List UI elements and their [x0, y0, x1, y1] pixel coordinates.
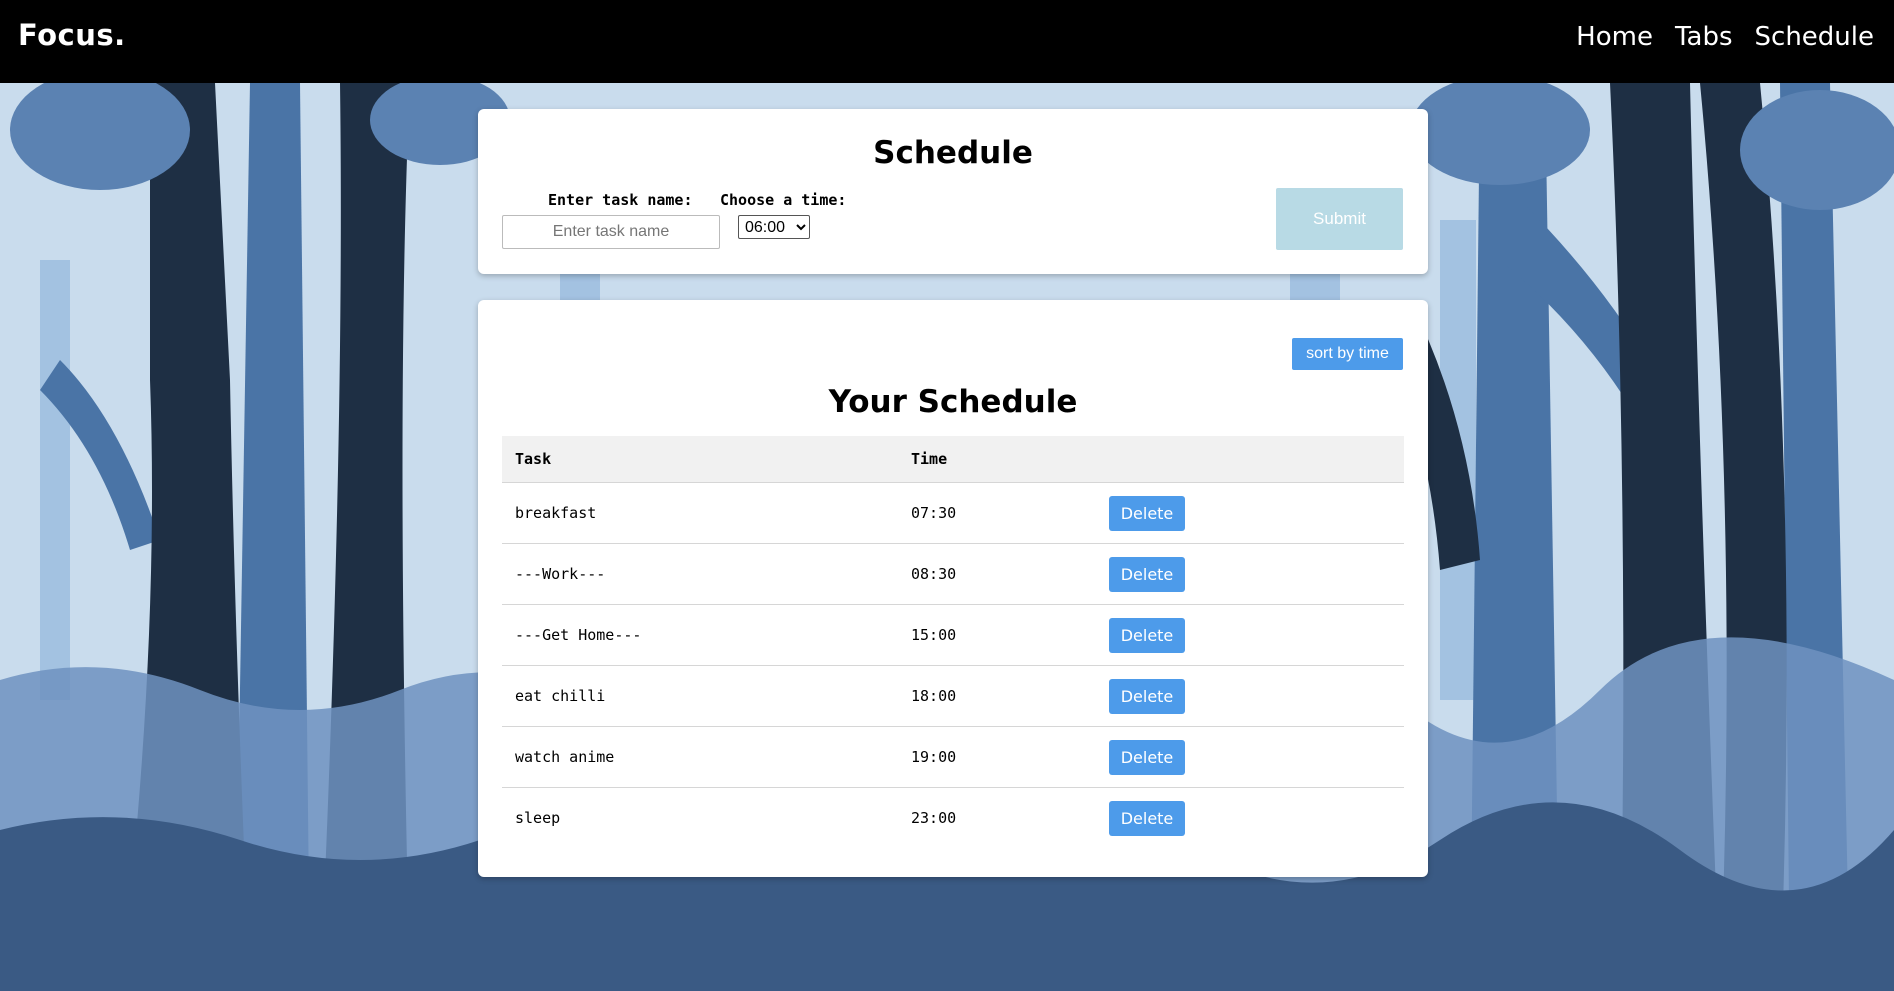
- time-cell: 18:00: [898, 665, 1096, 727]
- time-cell: 08:30: [898, 543, 1096, 605]
- add-task-card: Schedule Enter task name: Choose a time:…: [478, 109, 1428, 274]
- table-row: ---Get Home--- 15:00 Delete: [502, 604, 1404, 666]
- time-select[interactable]: 06:00: [738, 215, 810, 239]
- schedule-table: Task Time breakfast 07:30 Delete ---Work…: [502, 436, 1404, 848]
- task-name-label: Enter task name:: [548, 191, 693, 209]
- time-cell: 23:00: [911, 809, 957, 827]
- nav-link-schedule[interactable]: Schedule: [1755, 22, 1874, 52]
- task-cell: eat chilli: [502, 665, 898, 727]
- table-row: breakfast 07:30 Delete: [502, 482, 1404, 544]
- delete-button[interactable]: Delete: [1109, 617, 1185, 653]
- nav-links: Home Tabs Schedule: [1576, 22, 1874, 52]
- time-cell: 07:30: [898, 482, 1096, 544]
- actions-cell: Delete: [1096, 726, 1404, 788]
- top-navbar: Focus. Home Tabs Schedule: [0, 0, 1894, 83]
- delete-button[interactable]: Delete: [1109, 495, 1185, 531]
- table-header-row: Task Time: [502, 436, 1404, 483]
- delete-button[interactable]: Delete: [1109, 800, 1185, 836]
- column-header-time: Time: [898, 436, 1096, 483]
- task-cell: watch anime: [502, 726, 898, 788]
- actions-cell: Delete: [1096, 482, 1404, 544]
- sort-by-time-button[interactable]: sort by time: [1292, 338, 1403, 370]
- nav-link-home[interactable]: Home: [1576, 22, 1653, 52]
- schedule-card: sort by time Your Schedule Task Time bre…: [478, 300, 1428, 877]
- time-cell: 15:00: [898, 604, 1096, 666]
- delete-button[interactable]: Delete: [1109, 678, 1185, 714]
- actions-cell: Delete: [1096, 543, 1404, 605]
- task-cell: ---Get Home---: [502, 604, 898, 666]
- time-cell: 19:00: [898, 726, 1096, 788]
- form-title: Schedule: [873, 135, 1033, 171]
- time-label: Choose a time:: [720, 191, 847, 209]
- submit-button[interactable]: Submit: [1276, 188, 1403, 250]
- table-row: sleep 23:00 Delete: [502, 788, 1404, 849]
- table-row: eat chilli 18:00 Delete: [502, 665, 1404, 727]
- column-header-task: Task: [502, 436, 898, 483]
- table-row: watch anime 19:00 Delete: [502, 726, 1404, 788]
- delete-button[interactable]: Delete: [1109, 556, 1185, 592]
- brand-logo[interactable]: Focus.: [18, 18, 126, 52]
- actions-cell: Delete: [1096, 604, 1404, 666]
- delete-button[interactable]: Delete: [1109, 739, 1185, 775]
- task-cell: ---Work---: [502, 543, 898, 605]
- actions-cell: Delete: [1096, 665, 1404, 727]
- nav-link-tabs[interactable]: Tabs: [1675, 22, 1733, 52]
- task-cell: breakfast: [502, 482, 898, 544]
- column-header-actions: [1096, 436, 1404, 483]
- task-name-input[interactable]: [502, 215, 720, 249]
- schedule-title: Your Schedule: [828, 384, 1078, 420]
- table-row: ---Work--- 08:30 Delete: [502, 543, 1404, 605]
- actions-cell: Delete: [1096, 788, 1404, 849]
- task-cell: sleep: [515, 809, 561, 827]
